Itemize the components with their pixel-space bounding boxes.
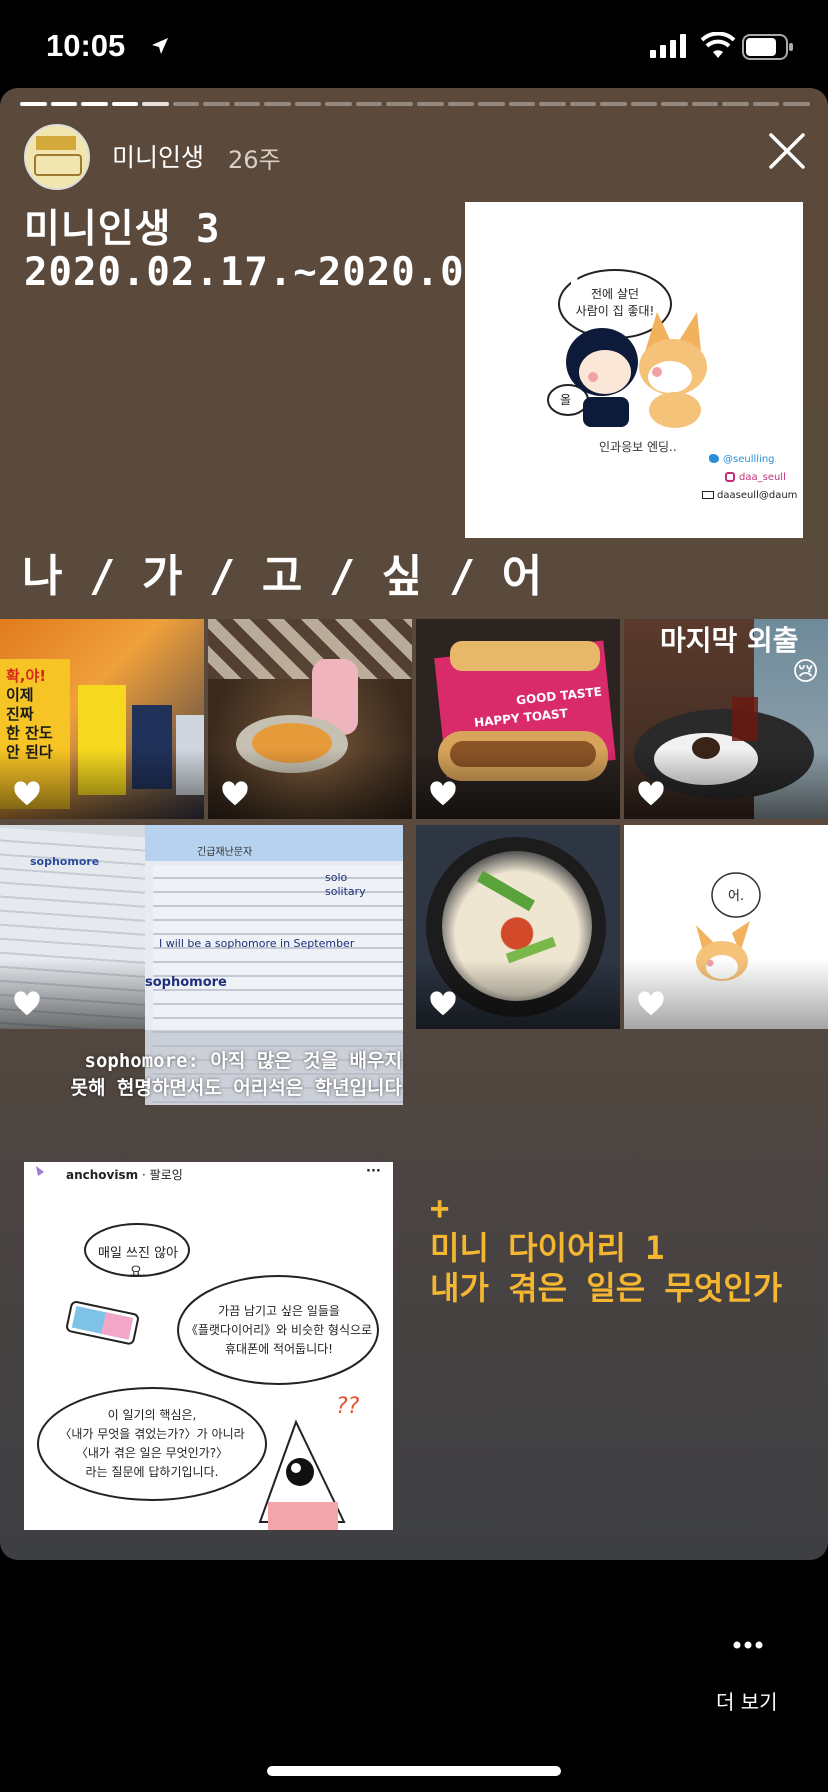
progress-segment [20,102,47,106]
email-icon [702,491,714,499]
heart-icon[interactable] [12,779,42,809]
side-text-plus: + [430,1189,450,1227]
last-outing-text: 마지막 외출 [660,624,799,657]
comic2-bubble2-line3: 휴대폰에 적어둡니다! [225,1342,333,1356]
poster-line4: 한 잔도 [6,724,53,742]
comic2-dot: · [141,1168,146,1182]
comic2-bubble3-line4: 라는 질문에 답하기입니다. [85,1465,219,1479]
heart-icon[interactable] [636,989,666,1019]
author-name[interactable]: 미니인생 [112,138,204,174]
crying-emoji: 😢 [792,657,820,687]
progress-segment [172,102,200,106]
twitter-icon [709,454,719,463]
comic2-bubble3-line2: 〈내가 무엇을 겪었는가?〉가 아니라 [59,1427,245,1441]
comic2-bubble3-line3: 〈내가 겪은 일은 무엇인가?〉 [75,1446,229,1460]
comic2-username: anchovism [66,1168,139,1182]
more-label[interactable]: 더 보기 [716,1686,778,1715]
progress-segment [81,102,108,106]
status-time: 10:05 [46,28,126,63]
progress-segment [142,102,169,106]
twitter-handle: @seullling [723,454,775,465]
book-solo: solo [325,871,348,884]
location-arrow-icon [152,38,168,54]
progress-segment [722,102,749,106]
book-solitary: solitary [325,885,366,898]
comic1-bubble-line2: 사람이 집 좋대! [575,304,655,318]
grid-photo-snack-table[interactable] [208,619,412,819]
caption-line1: sophomore: 아직 많은 것을 배우지 [84,1050,402,1072]
close-icon[interactable] [768,132,806,170]
comic2-bubble2-line1: 가끔 남기고 싶은 일들을 [218,1304,340,1318]
instagram-icon [725,472,735,482]
poster-line3: 진짜 [6,705,34,723]
progress-segment [539,102,566,106]
grid-photo-toast[interactable]: GOOD TASTE HAPPY TOAST [416,619,620,819]
progress-segment [630,102,658,106]
side-text-line1: 미니 다이어리 1 [430,1229,665,1267]
home-indicator [267,1766,561,1776]
comic2-more: ··· [366,1164,381,1179]
progress-segment [417,102,444,106]
book-sophomore-2: sophomore [145,975,227,990]
grid-photo-last-outing[interactable]: 마지막 외출 😢 [624,619,828,819]
grid-photo-stir-fry[interactable] [416,825,620,1029]
story-title-line2: 2020.02.17.~2020.02.23. [24,250,588,295]
progress-segment [264,102,291,106]
story-progress-bar [20,88,810,112]
heart-icon[interactable] [428,779,458,809]
progress-segment [203,102,230,106]
side-text-line2: 내가 겪은 일은 무엇인가 [430,1269,783,1307]
progress-segment [355,102,383,106]
comic-image-2: anchovism · 팔로잉 ··· 매일 쓰진 않아요. 가끔 남기고 싶은… [24,1162,393,1530]
caption-line2: 못해 현명하면서도 어리석은 학년입니다 [70,1077,402,1099]
progress-segment [600,102,627,106]
progress-segment [783,102,810,106]
poster-line2: 이제 [6,686,34,704]
progress-segment [661,102,688,106]
signal-icon [650,34,686,58]
progress-segment [294,102,322,106]
fox-speech: 어. [728,889,745,904]
heart-icon[interactable] [428,989,458,1019]
battery-icon [742,34,793,60]
author-avatar[interactable] [24,124,90,190]
progress-segment [508,102,536,106]
comic2-bubble3-line1: 이 일기의 핵심은, [107,1408,197,1422]
progress-segment [111,102,139,106]
grid-photo-subway-poster[interactable]: 확,야! 이제 진짜 한 잔도 안 된다 [0,619,204,819]
comic2-follow: 팔로잉 [149,1168,183,1182]
book-sophomore-1: sophomore [30,855,100,868]
story-card[interactable]: 미니인생 26주 전에 살던 사람이 집 좋대! 올 인과응보 엔딩.. @se… [0,88,828,1560]
heart-icon[interactable] [12,989,42,1019]
story-title-line1: 미니인생 3 [24,207,221,252]
progress-segment [478,102,505,106]
comic2-question-marks: ?? [336,1394,360,1419]
progress-segment [325,102,352,106]
progress-segment [386,102,413,106]
comic2-bubble2-line2: 《플랫다이어리》와 비슷한 형식으로 [185,1323,373,1337]
grid-photo-fox-comic[interactable]: 어. [624,825,828,1029]
wifi-icon [700,32,736,58]
heart-icon[interactable] [220,779,250,809]
section-header: 나 / 가 / 고 / 싶 / 어 [22,551,543,602]
progress-segment [447,102,475,106]
comic2-bubble1: 매일 쓰진 않아요. [97,1246,179,1280]
more-options-icon[interactable] [732,1640,764,1650]
phone-banner: 긴급재난문자 [197,847,253,858]
progress-segment [50,102,78,106]
comic1-caption: 인과응보 엔딩.. [599,440,677,454]
comic1-small-bubble: 올 [560,393,572,407]
progress-segment [569,102,597,106]
progress-segment [233,102,261,106]
instagram-handle: daa_seull [739,472,786,483]
heart-icon[interactable] [636,779,666,809]
poster-line1: 확,야! [6,667,47,685]
book-sentence: I will be a sophomore in September [159,937,355,950]
email-address: daaseull@daum [717,490,798,501]
progress-segment [752,102,780,106]
post-age: 26주 [228,146,281,174]
progress-segment [691,102,719,106]
